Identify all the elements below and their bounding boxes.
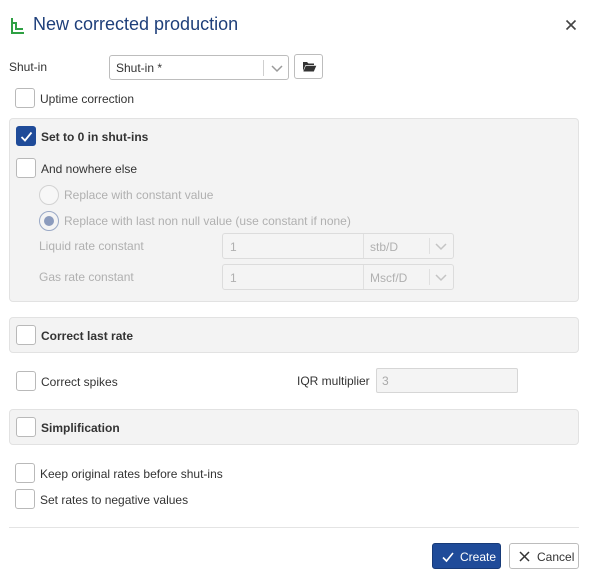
shut-in-label: Shut-in: [9, 60, 48, 74]
keep-original-rates-checkbox[interactable]: [15, 463, 35, 483]
and-nowhere-else-label: And nowhere else: [41, 162, 138, 176]
shut-in-selected-value: Shut-in *: [116, 61, 163, 75]
shut-in-select[interactable]: Shut-in *: [109, 55, 289, 80]
gas-rate-field[interactable]: 1 Mscf/D: [222, 264, 454, 290]
iqr-multiplier-label: IQR multiplier: [297, 374, 370, 388]
iqr-multiplier-value: 3: [382, 374, 389, 388]
browse-shut-in-button[interactable]: [294, 54, 323, 79]
set-to-zero-label: Set to 0 in shut-ins: [41, 130, 149, 144]
chevron-down-icon[interactable]: [433, 238, 449, 257]
liquid-rate-value: 1: [230, 240, 237, 254]
keep-original-rates-label: Keep original rates before shut-ins: [40, 467, 223, 481]
replace-constant-radio[interactable]: [39, 185, 59, 205]
decline-curve-icon: [9, 17, 25, 35]
footer-divider: [9, 527, 579, 528]
replace-last-value-radio[interactable]: [39, 211, 59, 231]
dialog-title: New corrected production: [33, 14, 239, 34]
check-icon: [20, 131, 33, 142]
liquid-rate-unit: stb/D: [370, 240, 399, 254]
replace-constant-label: Replace with constant value: [64, 188, 214, 202]
gas-rate-value: 1: [230, 271, 237, 285]
liquid-rate-field[interactable]: 1 stb/D: [222, 233, 454, 259]
correct-last-rate-label: Correct last rate: [41, 329, 134, 343]
correct-spikes-checkbox[interactable]: [16, 371, 36, 391]
negative-rates-checkbox[interactable]: [15, 489, 35, 509]
correct-spikes-label: Correct spikes: [41, 375, 118, 389]
negative-rates-label: Set rates to negative values: [40, 493, 189, 507]
correct-last-rate-checkbox[interactable]: [16, 325, 36, 345]
combo-divider: [263, 60, 264, 76]
simplification-label: Simplification: [41, 421, 120, 435]
folder-open-icon: [303, 62, 317, 72]
check-icon: [442, 552, 454, 563]
close-icon[interactable]: [561, 15, 581, 35]
create-button[interactable]: Create: [432, 543, 501, 569]
uptime-correction-checkbox[interactable]: [15, 88, 35, 108]
gas-rate-label: Gas rate constant: [39, 270, 134, 284]
and-nowhere-else-checkbox[interactable]: [16, 158, 36, 178]
simplification-checkbox[interactable]: [16, 417, 36, 437]
x-icon: [519, 551, 530, 562]
iqr-multiplier-input[interactable]: 3: [376, 368, 518, 393]
chevron-down-icon[interactable]: [433, 269, 449, 288]
liquid-rate-label: Liquid rate constant: [39, 239, 144, 253]
cancel-button-label: Cancel: [537, 550, 575, 564]
replace-last-value-label: Replace with last non null value (use co…: [64, 214, 351, 228]
set-to-zero-checkbox[interactable]: [16, 126, 36, 146]
gas-rate-unit: Mscf/D: [370, 271, 408, 285]
cancel-button[interactable]: Cancel: [509, 543, 579, 569]
uptime-correction-label: Uptime correction: [40, 92, 135, 106]
chevron-down-icon[interactable]: [269, 60, 285, 76]
create-button-label: Create: [460, 550, 497, 564]
